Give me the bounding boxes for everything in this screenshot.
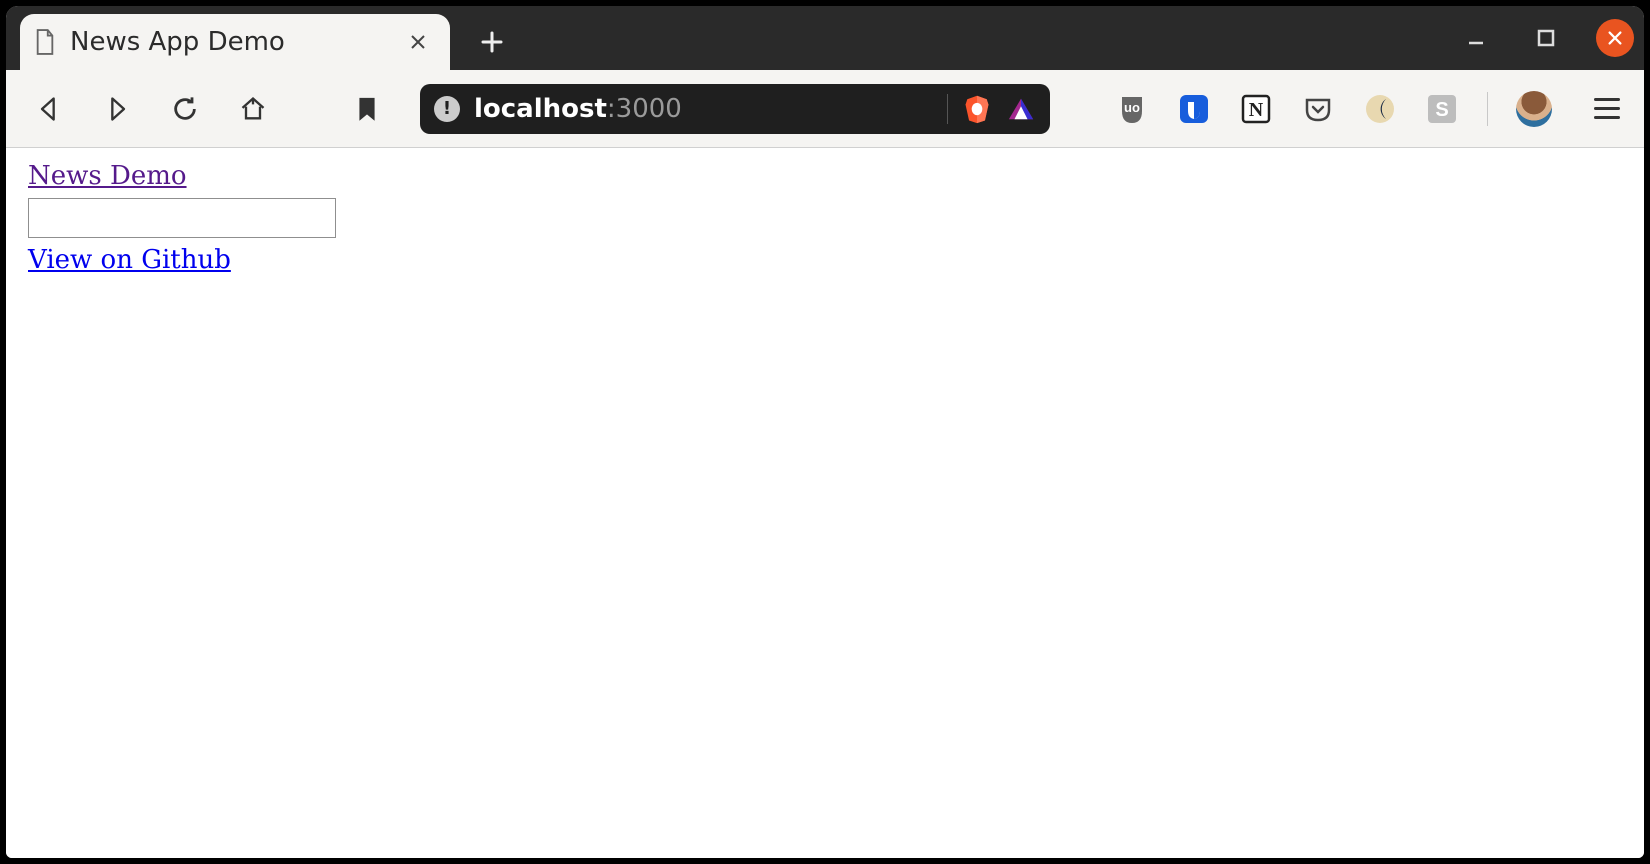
moon-extension-icon[interactable] (1363, 92, 1397, 126)
notion-extension-icon[interactable]: N (1239, 92, 1273, 126)
window-minimize-button[interactable] (1456, 18, 1496, 58)
brave-rewards-icon[interactable] (1006, 94, 1036, 124)
address-bar[interactable]: ! localhost:3000 (420, 84, 1050, 134)
bitwarden-extension-icon[interactable] (1177, 92, 1211, 126)
addr-divider (947, 94, 948, 124)
page-content: News Demo View on Github (6, 148, 1644, 858)
app-menu-button[interactable] (1590, 92, 1624, 126)
url-host: localhost (474, 94, 607, 124)
toolbar-divider (1487, 92, 1488, 126)
window-maximize-button[interactable] (1526, 18, 1566, 58)
tab-strip: News App Demo (6, 6, 1644, 70)
site-info-icon[interactable]: ! (434, 96, 460, 122)
pocket-extension-icon[interactable] (1301, 92, 1335, 126)
search-input[interactable] (28, 198, 336, 238)
extensions-group: uo N S (1115, 91, 1624, 127)
brave-shields-icon[interactable] (962, 94, 992, 124)
browser-toolbar: ! localhost:3000 uo N (6, 70, 1644, 148)
svg-text:S: S (1435, 99, 1448, 121)
home-button[interactable] (236, 92, 270, 126)
profile-avatar[interactable] (1516, 91, 1552, 127)
back-button[interactable] (32, 92, 66, 126)
browser-tab[interactable]: News App Demo (20, 14, 450, 70)
nav-buttons (32, 92, 270, 126)
s-extension-icon[interactable]: S (1425, 92, 1459, 126)
window-close-button[interactable] (1596, 19, 1634, 57)
tab-close-button[interactable] (404, 28, 432, 56)
reload-button[interactable] (168, 92, 202, 126)
url-port: :3000 (607, 94, 682, 124)
bookmark-button[interactable] (350, 92, 384, 126)
tab-title: News App Demo (70, 27, 390, 57)
url-text: localhost:3000 (474, 94, 682, 124)
new-tab-button[interactable] (468, 18, 516, 66)
news-demo-link[interactable]: News Demo (28, 161, 187, 191)
forward-button[interactable] (100, 92, 134, 126)
browser-window: News App Demo (6, 6, 1644, 858)
view-on-github-link[interactable]: View on Github (28, 245, 231, 275)
ublock-extension-icon[interactable]: uo (1115, 92, 1149, 126)
svg-text:N: N (1249, 99, 1264, 121)
window-controls (1456, 6, 1634, 70)
page-favicon-icon (34, 28, 56, 56)
svg-text:uo: uo (1124, 100, 1140, 115)
